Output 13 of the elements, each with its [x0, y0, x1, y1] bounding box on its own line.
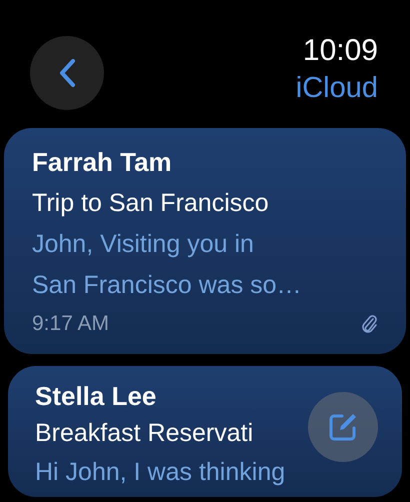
message-preview: John, Visiting you in San Francisco was so…	[32, 229, 303, 301]
subject-text: Trip to San Francisco	[32, 188, 269, 219]
sender-name: Stella Lee	[35, 380, 156, 413]
back-icon	[58, 58, 76, 88]
clock-time: 10:09	[302, 33, 378, 69]
subject-text: Breakfast Reservati	[35, 418, 254, 449]
compose-icon	[327, 411, 359, 443]
sender-name: Farrah Tam	[32, 146, 172, 179]
message-card[interactable]: Stella Lee Breakfast Reservati Hi John, I was thinking	[8, 366, 402, 497]
message-preview: Hi John, I was thinking	[35, 457, 286, 488]
received-time: 9:17 AM	[32, 311, 110, 337]
mailbox-title: iCloud	[296, 71, 378, 106]
message-card[interactable]: Farrah Tam Trip to San Francisco John, Visiting you in San Francisco was so… 9:17 AM	[4, 128, 406, 354]
